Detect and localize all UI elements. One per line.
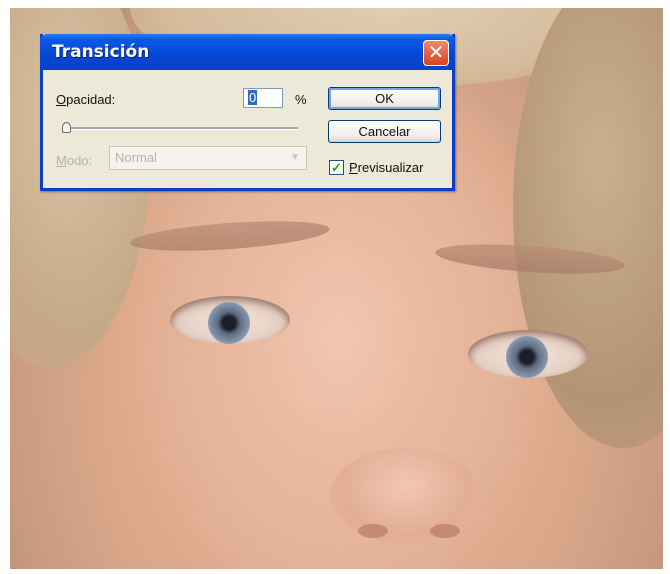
mode-select[interactable]: Normal ▼	[109, 146, 307, 170]
opacity-label: Opacidad:	[56, 92, 115, 107]
preview-label-text: revisualizar	[357, 160, 424, 175]
ok-button[interactable]: OK	[328, 87, 441, 110]
hair-area	[513, 8, 663, 448]
mode-label-mnemonic: M	[56, 153, 67, 168]
chevron-down-icon: ▼	[290, 152, 300, 163]
transition-dialog: Transición ✕ Opacidad: 0 % Modo: Normal …	[40, 34, 455, 191]
mode-selected-value: Normal	[115, 150, 157, 165]
close-button[interactable]: ✕	[423, 40, 449, 66]
left-eyebrow	[129, 216, 331, 256]
opacity-label-text: pacidad:	[66, 92, 116, 107]
preview-label-mnemonic: P	[349, 160, 358, 175]
opacity-input[interactable]: 0	[243, 88, 283, 108]
preview-label: Previsualizar	[349, 160, 423, 175]
title-bar[interactable]: Transición ✕	[40, 34, 455, 70]
dialog-title: Transición	[52, 42, 150, 62]
checkmark-icon: ✓	[331, 160, 342, 175]
mode-label-text: odo:	[66, 153, 93, 168]
iris	[506, 336, 548, 378]
right-eye	[468, 330, 588, 378]
cancel-button[interactable]: Cancelar	[328, 120, 441, 143]
preview-checkbox[interactable]: ✓	[329, 160, 344, 175]
close-icon: ✕	[427, 40, 445, 64]
opacity-value: 0	[248, 90, 258, 105]
slider-thumb[interactable]	[62, 122, 71, 133]
mode-label: Modo:	[56, 153, 92, 168]
iris	[208, 302, 250, 344]
nostril	[430, 524, 460, 538]
nostril	[358, 524, 388, 538]
opacity-label-mnemonic: O	[56, 92, 67, 107]
percent-unit: %	[295, 92, 307, 107]
opacity-slider[interactable]	[66, 127, 298, 130]
left-eye	[170, 296, 290, 344]
